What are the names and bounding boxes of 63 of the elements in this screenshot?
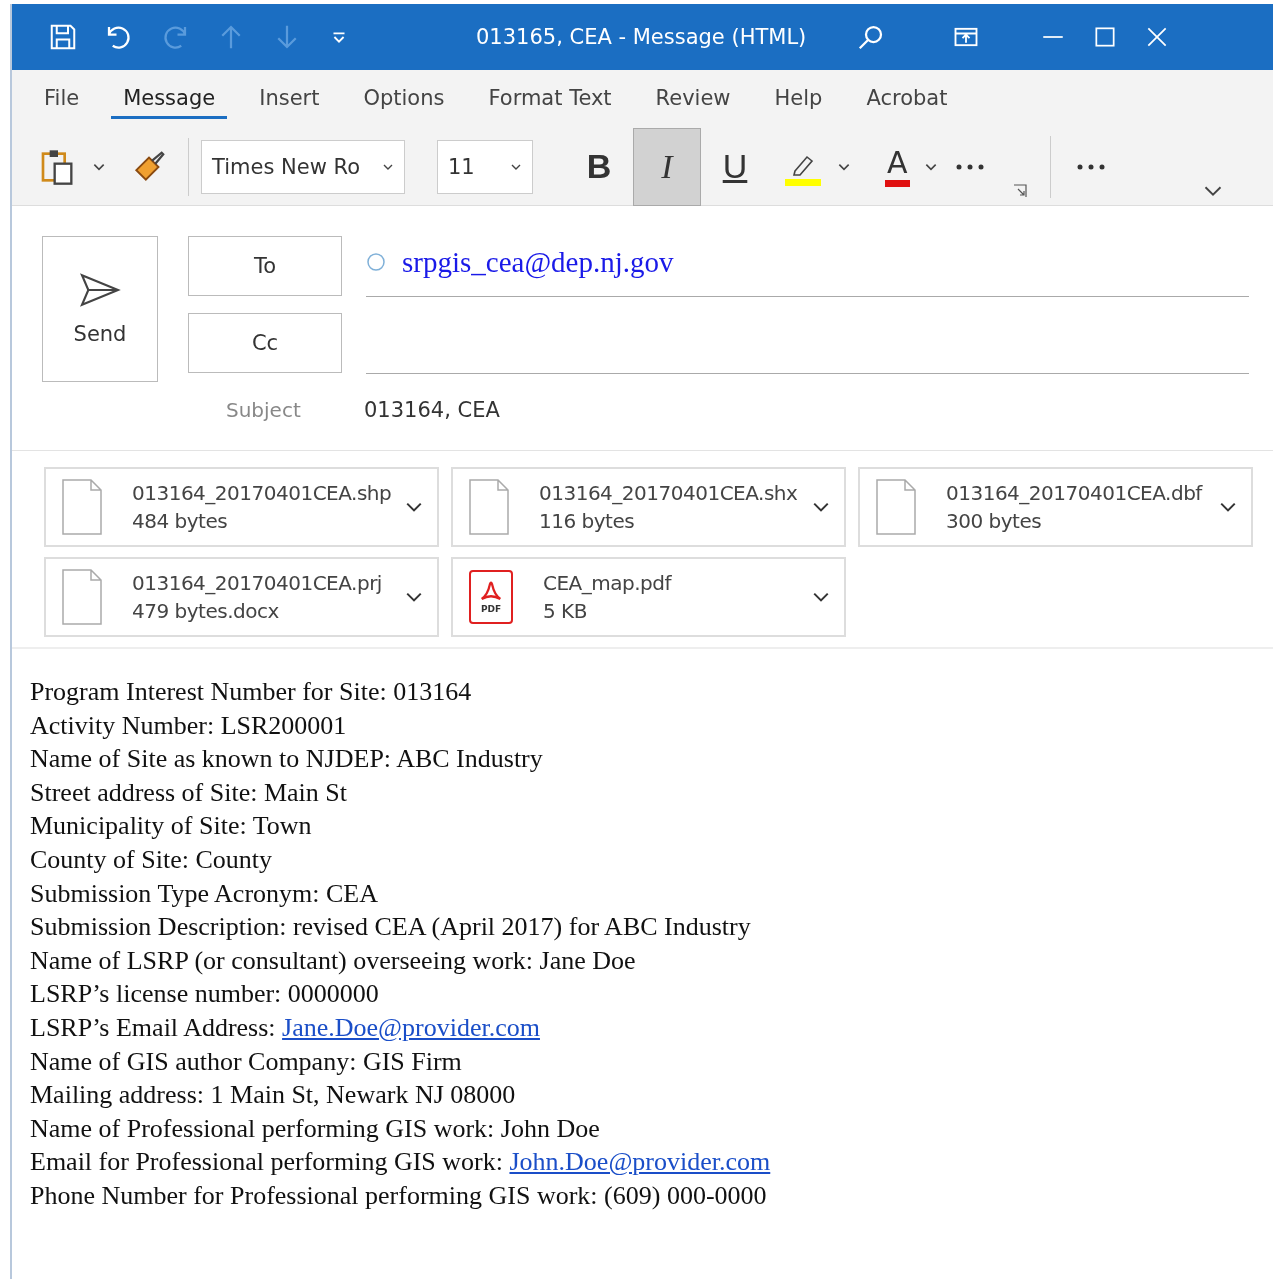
- attachment-card[interactable]: PDF CEA_map.pdf 5 KB: [451, 557, 846, 637]
- body-text-line: Submission Description: revised CEA (April 2017) for ABC Industry: [30, 912, 751, 942]
- body-text-line: Activity Number: LSR200001: [30, 710, 347, 740]
- file-icon: [469, 479, 509, 535]
- body-text-line: Street address of Site: Main St: [30, 777, 347, 807]
- font-color-button[interactable]: A: [885, 146, 910, 187]
- email-link[interactable]: John.Doe@provider.com: [509, 1147, 771, 1177]
- ribbon-tab[interactable]: File: [32, 79, 92, 119]
- ribbon-tab[interactable]: Help: [762, 79, 835, 119]
- font-name-dropdown[interactable]: Times New Ro: [201, 139, 405, 194]
- ribbon-tab[interactable]: Review: [643, 79, 743, 119]
- pdf-file-icon: PDF: [469, 570, 513, 624]
- body-text-line: Phone Number for Professional performing GIS work: (609) 000-0000: [30, 1180, 767, 1210]
- to-field[interactable]: srpgis_cea@dep.nj.gov: [366, 228, 1249, 297]
- window-title: 013165, CEA - Message (HTML): [476, 25, 807, 49]
- body-text-line: Program Interest Number for Site: 013164: [30, 677, 472, 706]
- file-icon: [876, 479, 916, 535]
- body-text-line: LSRP’s Email Address:: [30, 1012, 277, 1042]
- attachment-name: 013164_20170401CEA.dbf: [946, 481, 1204, 505]
- send-icon: [78, 272, 122, 308]
- body-text-line: Name of LSRP (or consultant) overseeing work: Jane Doe: [30, 945, 636, 975]
- body-text-line: Mailing address: 1 Main St, Newark NJ 08000: [30, 1080, 516, 1110]
- attachment-size: 5 KB: [543, 599, 588, 623]
- attachment-size: 300 bytes: [946, 509, 1043, 533]
- presence-circle-icon: [366, 252, 386, 272]
- attachment-size: 479 bytes.docx: [132, 599, 280, 623]
- subject-field[interactable]: 013164, CEA: [364, 398, 500, 422]
- ribbon-tab[interactable]: Message: [111, 79, 228, 119]
- attachment-name: 013164_20170401CEA.shx: [539, 481, 799, 505]
- attachment-card[interactable]: 013164_20170401CEA.prj 479 bytes.docx: [44, 557, 439, 637]
- attachment-size: 484 bytes: [132, 509, 229, 533]
- subject-label: Subject: [226, 398, 302, 422]
- attachment-card[interactable]: 013164_20170401CEA.shx 116 bytes: [451, 467, 846, 547]
- ribbon-tab[interactable]: Insert: [247, 79, 332, 119]
- attachment-name: 013164_20170401CEA.prj: [132, 571, 383, 595]
- attachment-card[interactable]: 013164_20170401CEA.shp 484 bytes: [44, 467, 439, 547]
- attachment-name: CEA_map.pdf: [543, 571, 673, 595]
- email-link[interactable]: Jane.Doe@provider.com: [282, 1012, 540, 1042]
- font-size-dropdown[interactable]: 11: [437, 139, 533, 194]
- attachment-name: 013164_20170401CEA.shp: [132, 481, 393, 505]
- body-text-line: Name of Professional performing GIS work: John Doe: [30, 1113, 600, 1143]
- body-text-line: LSRP’s license number: 0000000: [30, 979, 379, 1009]
- file-icon: [62, 569, 102, 625]
- body-text-line: County of Site: County: [30, 844, 272, 874]
- bold-button[interactable]: B: [565, 127, 633, 206]
- file-icon: [62, 479, 102, 535]
- body-text-line: Municipality of Site: Town: [30, 811, 312, 841]
- attachment-card[interactable]: 013164_20170401CEA.dbf 300 bytes: [858, 467, 1253, 547]
- body-text-line: Email for Professional performing GIS work:: [30, 1147, 504, 1177]
- body-text-line: Name of Site as known to NJDEP: ABC Industry: [30, 744, 543, 774]
- save-icon[interactable]: [48, 22, 78, 52]
- underline-button[interactable]: U: [701, 127, 769, 206]
- body-text-line: Name of GIS author Company: GIS Firm: [30, 1046, 462, 1076]
- ribbon-tab[interactable]: Options: [351, 79, 457, 119]
- attachment-size: 116 bytes: [539, 509, 636, 533]
- italic-button[interactable]: I: [633, 127, 701, 206]
- cc-button[interactable]: Cc: [188, 313, 342, 373]
- send-button[interactable]: Send: [42, 236, 158, 382]
- dialog-launcher-icon[interactable]: [1011, 183, 1028, 199]
- to-button[interactable]: To: [188, 236, 342, 296]
- ribbon-tab[interactable]: Acrobat: [854, 79, 960, 119]
- ribbon-tab[interactable]: Format Text: [476, 79, 624, 119]
- body-text-line: Submission Type Acronym: CEA: [30, 878, 378, 908]
